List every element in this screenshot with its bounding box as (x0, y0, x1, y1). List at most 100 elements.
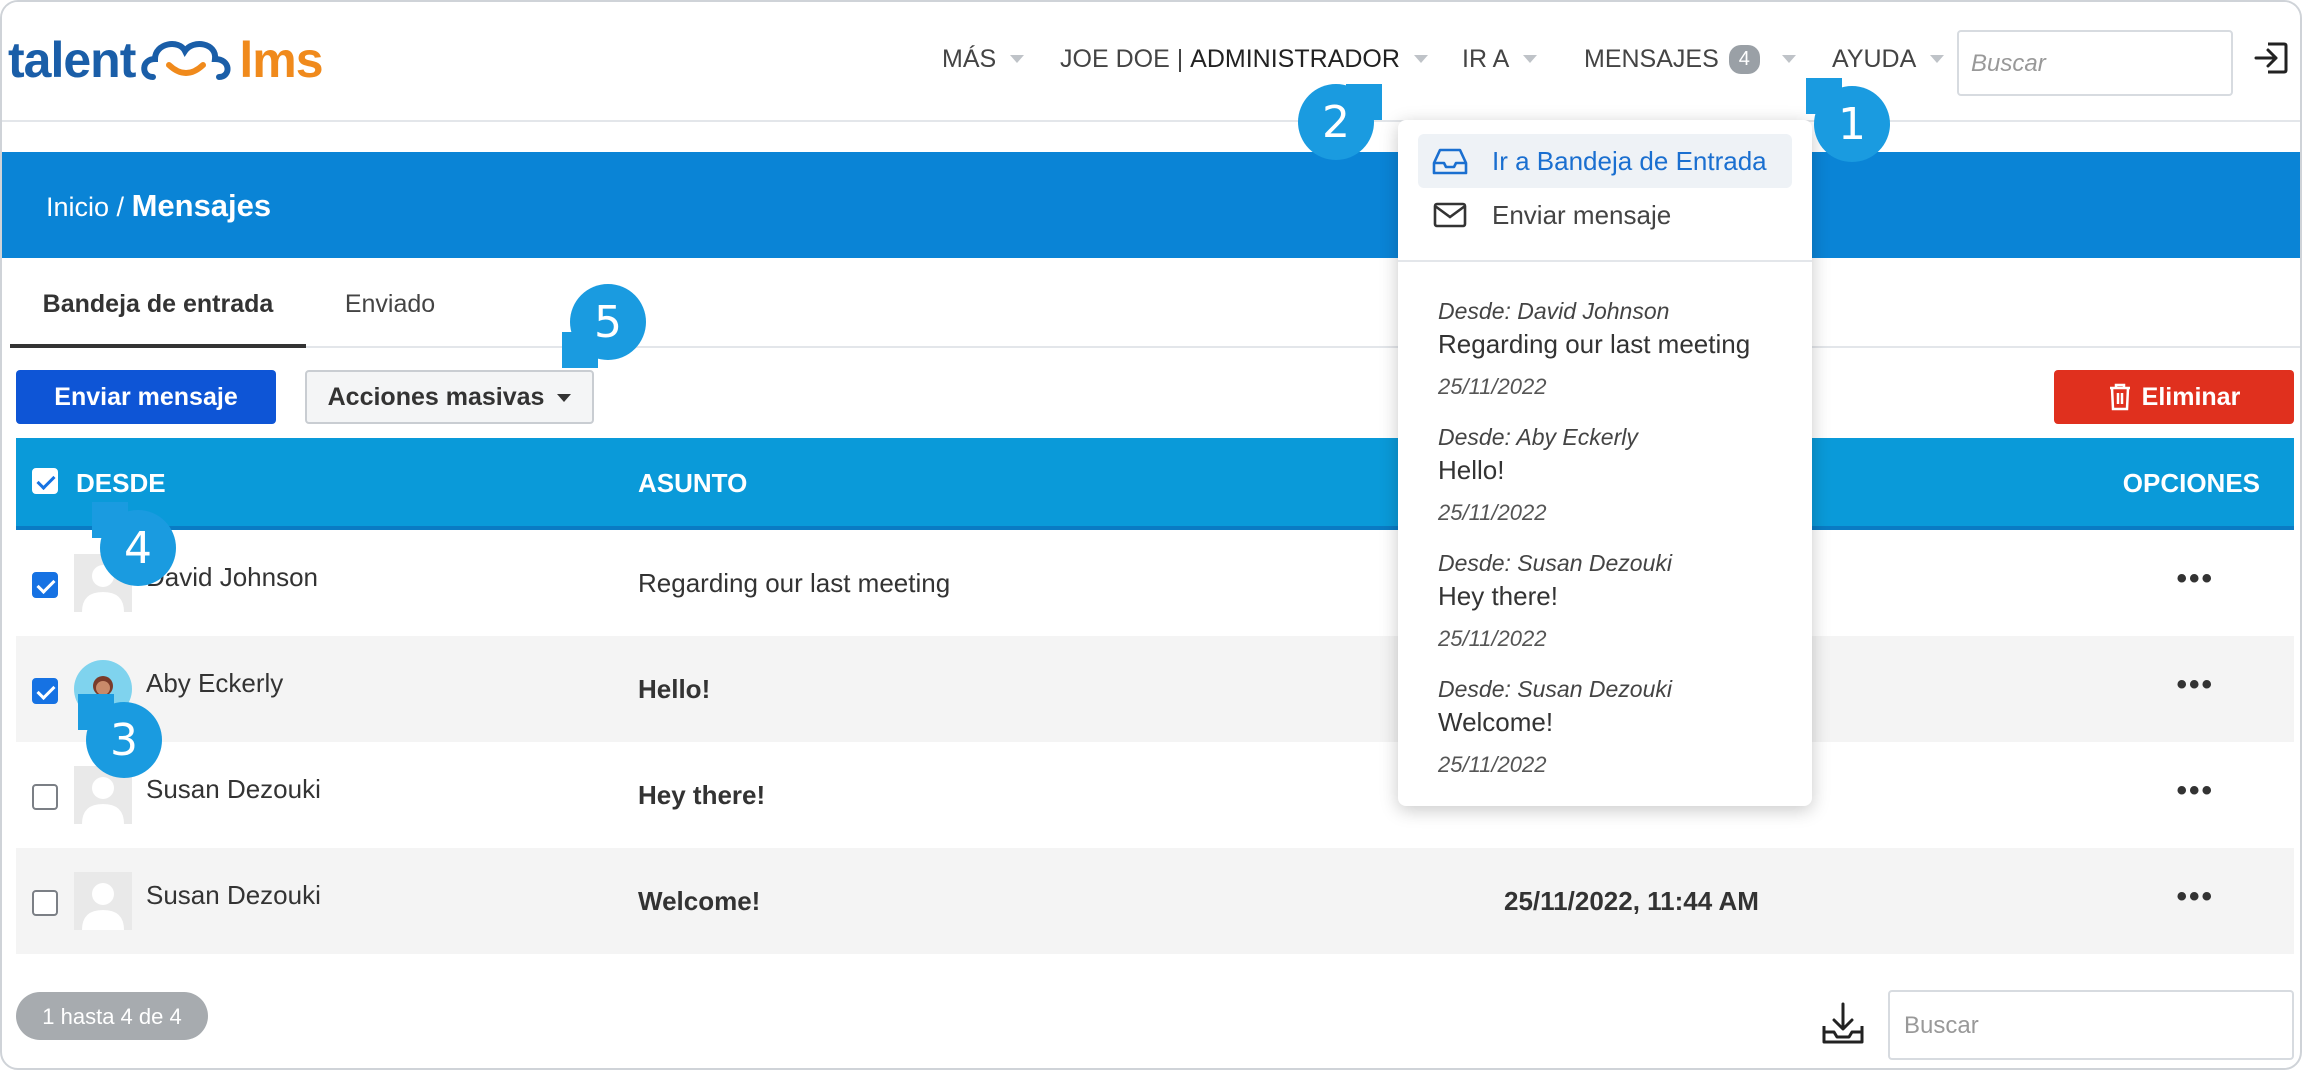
delete-label: Eliminar (2141, 382, 2241, 411)
top-search-input[interactable]: Buscar (1957, 30, 2233, 96)
callout-marker-2: 2 (1298, 84, 1382, 160)
chevron-down-icon (1523, 55, 1538, 63)
breadcrumb: Inicio / Mensajes (46, 188, 271, 224)
message-subject[interactable]: Regarding our last meeting (638, 568, 950, 599)
cloud-smile-icon (141, 41, 231, 80)
column-header-subject[interactable]: ASUNTO (638, 468, 747, 499)
dropdown-message-item[interactable]: Desde: Susan Dezouki Welcome! 25/11/2022 (1438, 676, 1798, 778)
options-menu-icon[interactable]: ••• (2176, 668, 2214, 702)
message-date: 25/11/2022, 11:44 AM (1504, 886, 1759, 916)
nav-messages-menu[interactable]: MENSAJES 4 (1584, 32, 1796, 86)
callout-number: 3 (110, 714, 138, 766)
breadcrumb-home[interactable]: Inicio / (46, 192, 124, 222)
tab-inbox[interactable]: Bandeja de entrada (10, 264, 306, 348)
select-all-checkbox[interactable] (32, 468, 58, 494)
message-subject[interactable]: Hey there! (638, 780, 765, 811)
row-checkbox[interactable] (32, 784, 58, 810)
page-header-bar: Inicio / Mensajes (2, 152, 2300, 258)
callout-number: 4 (124, 522, 152, 574)
sender-name: Susan Dezouki (146, 774, 321, 804)
delete-button[interactable]: Eliminar (2054, 370, 2294, 424)
callout-marker-1: 1 (1806, 78, 1890, 162)
table-header: DESDE ASUNTO OPCIONES (16, 438, 2294, 530)
pagination-info: 1 hasta 4 de 4 (16, 992, 208, 1040)
sender-name: Susan Dezouki (146, 880, 321, 910)
options-menu-icon[interactable]: ••• (2176, 880, 2214, 914)
message-subject[interactable]: Hello! (638, 674, 710, 705)
message-from: Desde: Susan Dezouki (1438, 676, 1672, 702)
table-search-input[interactable]: Buscar (1888, 990, 2294, 1060)
table-row[interactable]: Susan Dezouki Welcome! 25/11/2022, 11:44… (16, 848, 2294, 954)
message-subject: Hey there! (1438, 581, 1558, 611)
message-date: 25/11/2022 (1438, 500, 1547, 525)
chevron-down-icon (1930, 55, 1945, 63)
go-to-inbox-menu-item[interactable]: Ir a Bandeja de Entrada (1418, 134, 1792, 188)
options-menu-icon[interactable]: ••• (2176, 774, 2214, 808)
logo-text-talent: talent (8, 32, 136, 88)
go-to-inbox-label: Ir a Bandeja de Entrada (1492, 145, 1767, 176)
page-title: Mensajes (131, 188, 272, 223)
message-subject: Welcome! (1438, 707, 1554, 737)
sender-name: Aby Eckerly (146, 668, 284, 698)
callout-number: 5 (594, 296, 622, 348)
callout-marker-5: 5 (562, 284, 646, 368)
message-subject[interactable]: Welcome! (638, 886, 760, 917)
row-checkbox[interactable] (32, 678, 58, 704)
callout-number: 1 (1838, 98, 1866, 150)
nav-user-menu[interactable]: JOE DOE | ADMINISTRADOR (1060, 32, 1428, 86)
avatar (74, 872, 132, 930)
nav-goto-label: IR A (1462, 44, 1510, 73)
dropdown-message-item[interactable]: Desde: Susan Dezouki Hey there! 25/11/20… (1438, 550, 1798, 652)
user-role: ADMINISTRADOR (1190, 44, 1400, 73)
tab-sent[interactable]: Enviado (330, 264, 450, 348)
table-row[interactable]: Susan Dezouki Hey there! ••• (16, 742, 2294, 848)
nav-help-menu[interactable]: AYUDA (1832, 32, 1945, 86)
options-menu-icon[interactable]: ••• (2176, 562, 2214, 596)
app-window: talent lms MÁS JOE DOE | ADMINISTRADOR I… (0, 0, 2302, 1070)
logout-icon[interactable] (2252, 38, 2292, 78)
user-name: JOE DOE (1060, 44, 1170, 73)
top-navigation-bar: talent lms MÁS JOE DOE | ADMINISTRADOR I… (2, 2, 2300, 122)
bulk-actions-label: Acciones masivas (327, 382, 545, 411)
message-date: 25/11/2022 (1438, 626, 1547, 651)
column-header-options: OPCIONES (2122, 468, 2260, 498)
send-message-button[interactable]: Enviar mensaje (16, 370, 276, 424)
message-from: Desde: Susan Dezouki (1438, 550, 1672, 576)
user-separator: | (1176, 44, 1184, 73)
dropdown-message-item[interactable]: Desde: Aby Eckerly Hello! 25/11/2022 (1438, 424, 1798, 526)
message-from: Desde: Aby Eckerly (1438, 424, 1638, 450)
message-date: 25/11/2022 (1438, 374, 1547, 399)
row-checkbox[interactable] (32, 890, 58, 916)
column-header-from[interactable]: DESDE (76, 468, 166, 499)
nav-goto-menu[interactable]: IR A (1462, 32, 1538, 86)
bulk-actions-button[interactable]: Acciones masivas (305, 370, 594, 424)
message-tabs: Bandeja de entrada Enviado (10, 264, 2300, 348)
callout-marker-4: 4 (92, 502, 176, 586)
table-row[interactable]: Aby Eckerly Hello! ••• (16, 636, 2294, 742)
inbox-icon (1432, 148, 1468, 175)
dropdown-message-item[interactable]: Desde: David Johnson Regarding our last … (1438, 298, 1798, 400)
message-subject: Hello! (1438, 455, 1505, 485)
nav-help-label: AYUDA (1832, 44, 1917, 73)
message-subject: Regarding our last meeting (1438, 329, 1751, 359)
download-tray-icon[interactable] (1820, 1002, 1866, 1046)
chevron-down-icon (1413, 55, 1428, 63)
dropdown-divider (1398, 260, 1812, 262)
nav-more-menu[interactable]: MÁS (942, 32, 1025, 86)
chevron-down-icon[interactable] (1781, 55, 1796, 63)
send-message-menu-item[interactable]: Enviar mensaje (1418, 188, 1792, 242)
send-message-label: Enviar mensaje (1492, 199, 1672, 230)
callout-number: 2 (1322, 96, 1350, 148)
row-checkbox[interactable] (32, 572, 58, 598)
trash-icon (2109, 383, 2130, 411)
message-from: Desde: David Johnson (1438, 298, 1670, 324)
caret-down-icon (557, 393, 572, 402)
table-row[interactable]: David Johnson Regarding our last meeting… (16, 530, 2294, 636)
message-date: 25/11/2022 (1438, 752, 1547, 777)
messages-count-badge: 4 (1728, 44, 1760, 74)
nav-messages-label: MENSAJES (1584, 44, 1719, 73)
messages-dropdown: Ir a Bandeja de Entrada Enviar mensaje D… (1398, 120, 1812, 806)
envelope-icon (1433, 202, 1467, 228)
sender-name: David Johnson (146, 562, 318, 592)
talentlms-logo[interactable]: talent lms (8, 30, 324, 90)
